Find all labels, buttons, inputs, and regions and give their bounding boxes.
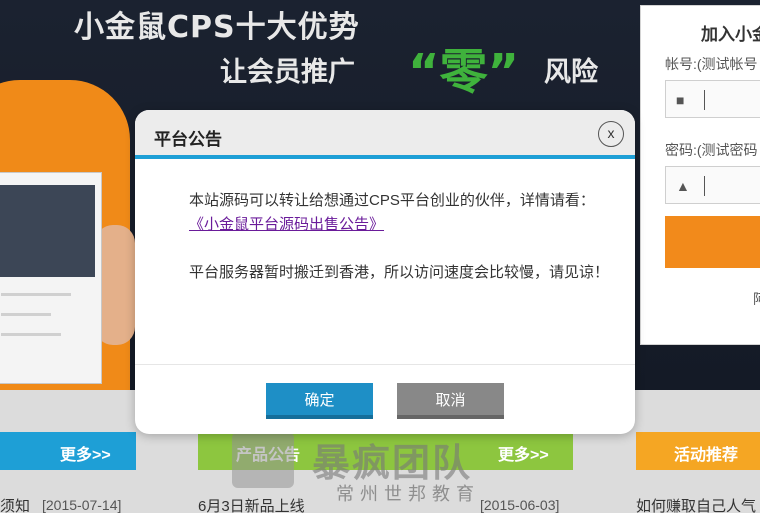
dialog-body: 本站源码可以转让给想通过CPS平台创业的伙伴，详情请看： 《小金鼠平台源码出售公… — [159, 189, 609, 285]
cancel-button[interactable]: 取消 — [397, 383, 504, 419]
announcement-paragraph-source: 本站源码可以转让给想通过CPS平台创业的伙伴，详情请看： — [189, 192, 595, 209]
laptop-line — [1, 333, 61, 336]
login-panel: 加入小金 帐号:(测试帐号 ■ 密码:(测试密码 ▲ 阿 — [640, 5, 760, 345]
password-label: 密码:(测试密码 — [665, 142, 758, 158]
account-label: 帐号:(测试帐号 — [665, 56, 758, 72]
banner-risk-text: 风险 — [544, 57, 598, 88]
input-separator — [704, 176, 705, 196]
section-bar-activities: 活动推荐 — [636, 432, 760, 470]
banner-title: 小金鼠CPS十大优势 — [74, 10, 360, 45]
section-bar-products: 产品公告 更多>> — [198, 432, 573, 470]
confirm-button[interactable]: 确定 — [266, 383, 373, 419]
source-sale-notice-link[interactable]: 《小金鼠平台源码出售公告》 — [189, 213, 384, 237]
login-misc-text: 阿 — [753, 289, 760, 309]
laptop-line — [1, 313, 51, 316]
section-title-products: 产品公告 — [236, 447, 301, 464]
section-bar-news: 更多>> — [0, 432, 136, 470]
password-input[interactable]: ▲ — [665, 166, 760, 204]
news-item-right[interactable]: 如何赚取自己人气 — [636, 495, 756, 513]
more-link-news[interactable]: 更多>> — [60, 441, 111, 465]
news-item-left[interactable]: 须知 — [0, 495, 30, 513]
account-input[interactable]: ■ — [665, 80, 760, 118]
banner-zero-text: “零” — [408, 44, 520, 100]
announcement-paragraph-server: 平台服务器暂时搬迁到香港，所以访问速度会比较慢，请见谅！ — [189, 264, 610, 281]
input-separator — [704, 90, 705, 110]
user-icon: ■ — [676, 92, 685, 108]
announcement-dialog: 平台公告 x 本站源码可以转让给想通过CPS平台创业的伙伴，详情请看： 《小金鼠… — [135, 110, 635, 434]
section-title-activities: 活动推荐 — [674, 447, 739, 464]
banner-subtitle: 让会员推广 — [220, 57, 355, 88]
more-link-products[interactable]: 更多>> — [498, 441, 549, 465]
login-title: 加入小金 — [701, 25, 760, 44]
watermark-sub-text: 常州世邦教育 — [336, 484, 480, 505]
news-item-center[interactable]: 6月3日新品上线 — [198, 495, 305, 513]
dialog-divider — [135, 364, 635, 365]
laptop-illustration — [0, 172, 102, 384]
close-icon[interactable]: x — [598, 121, 624, 147]
news-date-left: [2015-07-14] — [42, 497, 122, 513]
dialog-title: 平台公告 — [154, 130, 222, 149]
laptop-line — [1, 293, 71, 296]
lock-icon: ▲ — [676, 178, 690, 194]
laptop-screen — [0, 185, 95, 277]
news-date-center: [2015-06-03] — [480, 497, 560, 513]
login-button[interactable] — [665, 216, 760, 268]
dialog-header: 平台公告 x — [135, 110, 635, 159]
